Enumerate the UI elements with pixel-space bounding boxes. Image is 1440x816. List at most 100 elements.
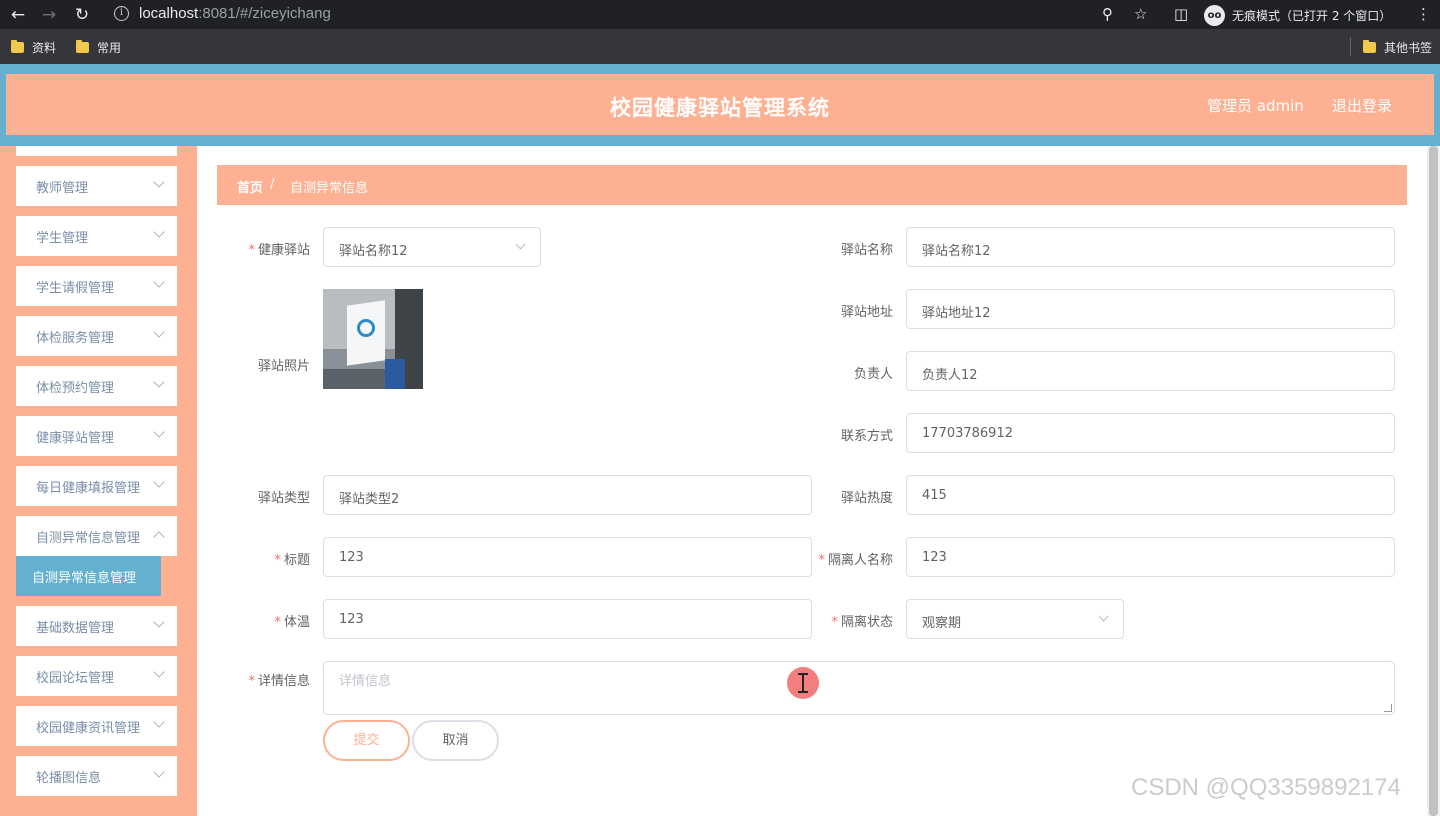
chevron-down-icon: [1098, 611, 1109, 622]
sidebar-item-label: 基础数据管理: [36, 621, 115, 636]
isolation-status-label: * 隔离状态: [831, 615, 893, 630]
isolation-status-select[interactable]: 观察期: [906, 599, 1124, 639]
bookmark-label: 常用: [97, 41, 122, 55]
chevron-down-icon: [153, 616, 165, 628]
chevron-down-icon: [153, 176, 165, 188]
reload-icon[interactable]: ↻: [71, 4, 93, 26]
logout-link[interactable]: 退出登录: [1332, 95, 1392, 116]
sidebar-item-basic-data[interactable]: 基础数据管理: [16, 606, 177, 646]
sidebar-item-student-leave[interactable]: 学生请假管理: [16, 266, 177, 306]
chevron-down-icon: [515, 239, 526, 250]
sidebar-item-label: 学生请假管理: [36, 281, 115, 296]
breadcrumb-current: 自测异常信息: [290, 181, 369, 196]
manager-field[interactable]: 负责人12: [906, 351, 1395, 391]
station-select[interactable]: 驿站名称12: [323, 227, 541, 267]
sidebar-item-checkup-booking[interactable]: 体检预约管理: [16, 366, 177, 406]
station-type-field[interactable]: 驿站类型2: [323, 475, 812, 515]
back-arrow-icon[interactable]: ←: [7, 4, 29, 26]
key-icon[interactable]: ⚲: [1102, 5, 1113, 23]
sidebar-item-daily-report[interactable]: 每日健康填报管理: [16, 466, 177, 506]
temperature-field[interactable]: 123: [323, 599, 812, 639]
watermark: CSDN @QQ3359892174: [1131, 774, 1401, 801]
text-cursor-icon: [787, 667, 819, 699]
sidebar-item-partial[interactable]: [16, 146, 177, 156]
station-type-label: 驿站类型: [257, 491, 310, 506]
scrollbar-thumb[interactable]: [1429, 146, 1438, 816]
admin-user: 管理员 admin: [1207, 97, 1304, 115]
contact-field[interactable]: 17703786912: [906, 413, 1395, 453]
cancel-button[interactable]: 取消: [412, 720, 499, 761]
sidebar-item-self-test-abnormal[interactable]: 自测异常信息管理: [16, 516, 177, 556]
sidebar-item-teachers[interactable]: 教师管理: [16, 166, 177, 206]
detail-label: * 详情信息: [248, 674, 310, 689]
sidebar-subitem-active[interactable]: 自测异常信息管理: [16, 556, 161, 596]
bookmarks-divider: [1350, 37, 1351, 56]
site-info-icon[interactable]: i: [114, 6, 129, 21]
sidebar-item-label: 校园论坛管理: [36, 671, 115, 686]
other-bookmarks[interactable]: 其他书签: [1363, 39, 1432, 56]
browser-toolbar: ← → ↻ i localhost:8081/#/ziceyichang ⚲ ☆…: [0, 0, 1440, 29]
sidebar-item-carousel[interactable]: 轮播图信息: [16, 756, 177, 796]
chevron-up-icon: [153, 531, 165, 543]
sidebar: 教师管理 学生管理 学生请假管理 体检服务管理 体检预约管理 健康驿站管理 每日…: [0, 146, 197, 816]
manager-label: 负责人: [853, 367, 893, 382]
incognito-label: 无痕模式（已打开 2 个窗口）: [1232, 8, 1392, 23]
chevron-down-icon: [153, 426, 165, 438]
sidebar-item-label: 体检服务管理: [36, 331, 115, 346]
chevron-down-icon: [153, 326, 165, 338]
sidebar-item-label: 健康驿站管理: [36, 431, 115, 446]
sidebar-item-students[interactable]: 学生管理: [16, 216, 177, 256]
station-address-field[interactable]: 驿站地址12: [906, 289, 1395, 329]
sidebar-item-checkup-service[interactable]: 体检服务管理: [16, 316, 177, 356]
bookmarks-bar: 资料 常用 其他书签: [0, 29, 1440, 64]
incognito-indicator[interactable]: oo 无痕模式（已打开 2 个窗口）: [1204, 4, 1391, 26]
forward-arrow-icon[interactable]: →: [38, 4, 60, 26]
sidebar-item-health-news[interactable]: 校园健康资讯管理: [16, 706, 177, 746]
resize-handle-icon[interactable]: [1384, 704, 1392, 712]
chevron-down-icon: [153, 376, 165, 388]
sidebar-item-label: 每日健康填报管理: [36, 481, 141, 496]
station-select-value: 驿站名称12: [339, 244, 408, 259]
isolation-name-field[interactable]: 123: [906, 537, 1395, 577]
station-name-label: 驿站名称: [840, 243, 893, 258]
folder-icon: [1363, 40, 1376, 53]
sidebar-item-label: 自测异常信息管理: [36, 531, 141, 546]
title-field[interactable]: 123: [323, 537, 812, 577]
station-address-label: 驿站地址: [840, 305, 893, 320]
bookmark-folder[interactable]: 常用: [76, 39, 121, 56]
url-text[interactable]: localhost:8081/#/ziceyichang: [139, 5, 331, 22]
incognito-icon: oo: [1204, 4, 1225, 26]
isolation-name-label: * 隔离人名称: [818, 553, 893, 568]
sidebar-item-forum[interactable]: 校园论坛管理: [16, 656, 177, 696]
submit-button[interactable]: 提交: [323, 720, 410, 761]
chevron-down-icon: [153, 476, 165, 488]
temperature-label: * 体温: [274, 615, 310, 630]
breadcrumb-separator: /: [270, 177, 275, 192]
sidebar-item-label: 教师管理: [36, 181, 89, 196]
app-header-bar: 校园健康驿站管理系统 管理员 admin 退出登录: [6, 74, 1434, 135]
sidebar-item-health-station[interactable]: 健康驿站管理: [16, 416, 177, 456]
station-name-field[interactable]: 驿站名称12: [906, 227, 1395, 267]
chevron-down-icon: [153, 666, 165, 678]
browser-menu-icon[interactable]: ⋮: [1416, 5, 1431, 23]
app-root: 校园健康驿站管理系统 管理员 admin 退出登录 教师管理 学生管理 学生请假…: [0, 64, 1440, 816]
sidebar-item-label: 轮播图信息: [36, 771, 102, 786]
folder-icon: [76, 40, 89, 53]
detail-placeholder: 详情信息: [339, 674, 392, 689]
main-content: 首页 / 自测异常信息 * 健康驿站 驿站名称12 驿站名称 驿站名称12 驿站照…: [197, 146, 1427, 816]
station-select-label: * 健康驿站: [248, 243, 310, 258]
sidebar-item-label: 学生管理: [36, 231, 89, 246]
chevron-down-icon: [153, 766, 165, 778]
chevron-down-icon: [153, 226, 165, 238]
side-panel-icon[interactable]: ◫: [1174, 5, 1188, 23]
station-heat-field[interactable]: 415: [906, 475, 1395, 515]
scrollbar[interactable]: [1427, 146, 1440, 816]
folder-icon: [11, 40, 24, 53]
address-bar[interactable]: i localhost:8081/#/ziceyichang: [106, 2, 1166, 27]
breadcrumb-home[interactable]: 首页: [237, 177, 263, 196]
detail-textarea[interactable]: 详情信息: [323, 661, 1395, 715]
bookmark-star-icon[interactable]: ☆: [1134, 5, 1147, 23]
contact-label: 联系方式: [840, 429, 893, 444]
bookmark-folder[interactable]: 资料: [11, 39, 56, 56]
station-photo[interactable]: [323, 289, 423, 389]
